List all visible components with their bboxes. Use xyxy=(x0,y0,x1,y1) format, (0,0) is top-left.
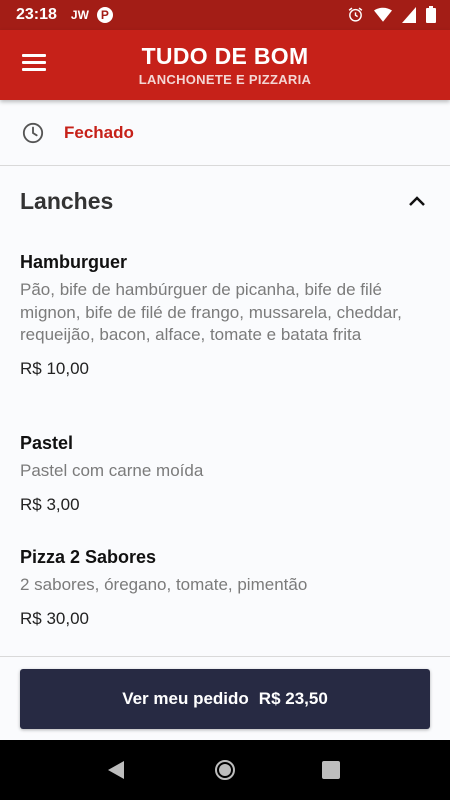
clock-icon xyxy=(22,122,44,143)
item-name: Pastel xyxy=(20,433,74,453)
item-price: R$ 10,00 xyxy=(20,358,89,378)
wifi-icon xyxy=(374,7,392,22)
app-notification-icon: P xyxy=(96,7,113,23)
status-time: 23:18 xyxy=(16,6,57,23)
view-order-button[interactable]: Ver meu pedido R$ 23,50 xyxy=(20,669,430,729)
item-price: R$ 30,00 xyxy=(20,608,89,628)
app-subtitle: LANCHONETE E PIZZARIA xyxy=(138,72,312,87)
item-price: R$ 3,00 xyxy=(20,494,80,514)
status-icons xyxy=(347,6,436,23)
view-order-label: Ver meu pedido xyxy=(122,689,249,708)
store-status-text: Fechado xyxy=(64,122,134,142)
chevron-up-icon[interactable] xyxy=(408,195,426,207)
battery-icon xyxy=(426,6,436,23)
status-bar: 23:18 JW P xyxy=(0,0,450,30)
status-carrier: JW xyxy=(70,8,89,22)
system-nav-bar xyxy=(0,740,450,800)
app-title: TUDO DE BOM xyxy=(141,43,309,69)
header-title-block: TUDO DE BOM LANCHONETE E PIZZARIA xyxy=(0,43,450,87)
section-title: Lanches xyxy=(20,187,114,214)
back-icon[interactable] xyxy=(106,760,126,780)
bottom-bar: Ver meu pedido R$ 23,50 xyxy=(0,656,450,741)
menu-item-pastel[interactable]: Pastel Pastel com carne moída R$ 3,00 xyxy=(20,433,420,515)
alarm-icon xyxy=(348,7,363,22)
item-name: Pizza 2 Sabores xyxy=(20,547,157,567)
order-total: R$ 23,50 xyxy=(258,689,328,708)
store-status-row: Fechado xyxy=(0,100,450,166)
menu-item-pizza-2-sabores[interactable]: Pizza 2 Sabores 2 sabores, óregano, toma… xyxy=(20,547,420,629)
signal-icon xyxy=(402,6,416,23)
menu-item-hamburguer[interactable]: Hamburguer Pão, bife de hambúrguer de pi… xyxy=(20,252,420,379)
section-header-lanches[interactable]: Lanches xyxy=(0,166,450,236)
app-bar: TUDO DE BOM LANCHONETE E PIZZARIA xyxy=(0,30,450,100)
item-name: Hamburguer xyxy=(20,252,128,272)
recents-icon[interactable] xyxy=(322,761,340,779)
item-description: Pão, bife de hambúrguer de picanha, bife… xyxy=(20,280,402,344)
home-icon[interactable] xyxy=(214,759,236,781)
item-description: 2 sabores, óregano, tomate, pimentão xyxy=(20,575,308,594)
item-description: Pastel com carne moída xyxy=(20,461,204,480)
